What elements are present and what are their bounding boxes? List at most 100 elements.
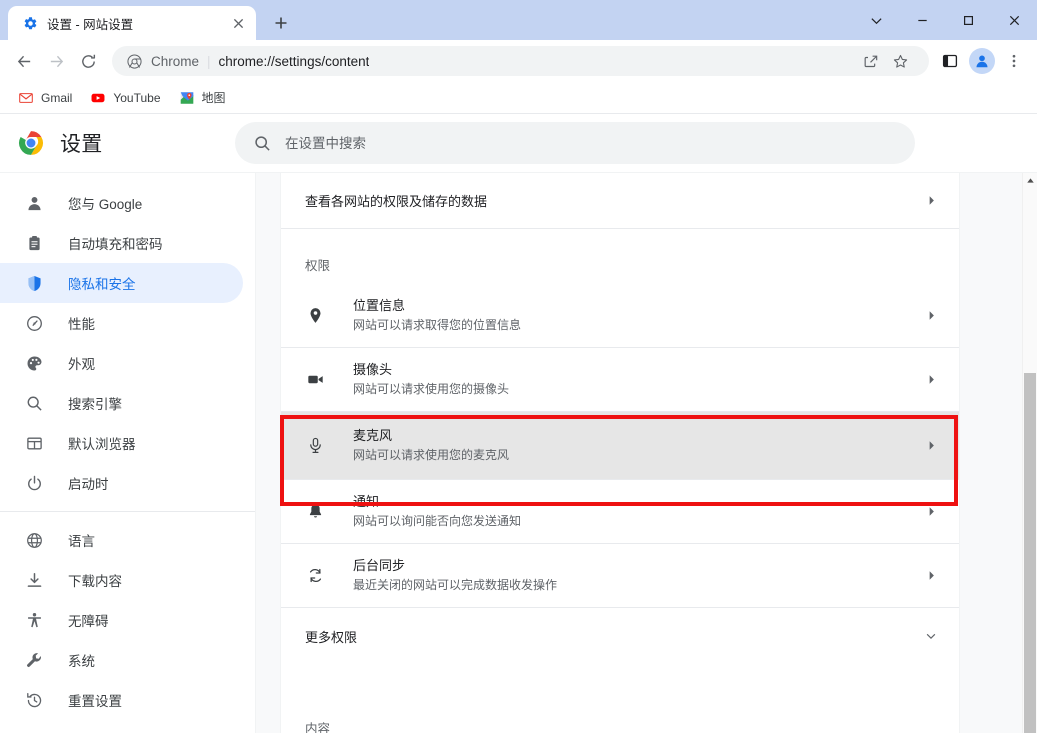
tab-title: 设置 - 网站设置: [47, 17, 134, 32]
sidebar-item-label: 您与 Google: [68, 197, 143, 212]
new-tab-button[interactable]: [266, 8, 296, 38]
settings-search-box[interactable]: [235, 122, 915, 164]
bookmark-label: 地图: [201, 91, 226, 105]
permission-text: 通知 网站可以询问能否向您发送通知: [353, 492, 923, 531]
sidebar-item-autofill-passwords[interactable]: 自动填充和密码: [0, 223, 243, 263]
back-button[interactable]: [8, 45, 40, 77]
permission-title: 后台同步: [353, 558, 406, 573]
permission-title: 麦克风: [353, 428, 393, 443]
sidebar-item-you-and-google[interactable]: 您与 Google: [0, 183, 243, 223]
globe-icon: [24, 530, 44, 550]
minimize-icon[interactable]: [899, 0, 945, 40]
side-panel-icon[interactable]: [935, 46, 965, 76]
browser-toolbar: Chrome | chrome://settings/content: [0, 40, 1037, 82]
close-window-icon[interactable]: [991, 0, 1037, 40]
sidebar-item-default-browser[interactable]: 默认浏览器: [0, 423, 243, 463]
settings-sidebar: 您与 Google 自动填充和密码 隐私和安全 性能 外观 搜索引擎 默认浏览器…: [0, 173, 256, 733]
permission-subtitle: 最近关闭的网站可以完成数据收发操作: [353, 578, 558, 592]
chrome-logo-icon: [18, 130, 44, 156]
chevron-right-icon: [923, 308, 939, 324]
permission-row-location[interactable]: 位置信息 网站可以请求取得您的位置信息: [281, 284, 959, 348]
youtube-icon: [90, 90, 106, 106]
bookmark-maps[interactable]: 地图: [171, 86, 234, 110]
share-icon[interactable]: [855, 46, 885, 76]
sync-icon: [305, 566, 325, 586]
bookmark-gmail[interactable]: Gmail: [10, 86, 80, 110]
location-pin-icon: [305, 306, 325, 326]
bookmark-label: Gmail: [41, 90, 73, 105]
forward-button[interactable]: [40, 45, 72, 77]
sidebar-item-reset-settings[interactable]: 重置设置: [0, 680, 243, 720]
chevron-down-icon[interactable]: [853, 0, 899, 40]
scrollbar-thumb[interactable]: [1024, 373, 1036, 733]
download-icon: [24, 570, 44, 590]
reload-button[interactable]: [72, 45, 104, 77]
accessibility-icon: [24, 610, 44, 630]
permission-text: 摄像头 网站可以请求使用您的摄像头: [353, 360, 923, 399]
chevron-right-icon: [923, 504, 939, 520]
bookmark-youtube[interactable]: YouTube: [82, 86, 168, 110]
row-site-permissions-and-data[interactable]: 查看各网站的权限及储存的数据: [281, 173, 959, 229]
chevron-right-icon: [923, 438, 939, 454]
vertical-scrollbar[interactable]: [1022, 173, 1037, 733]
sidebar-item-label: 系统: [68, 654, 95, 669]
star-icon[interactable]: [885, 46, 915, 76]
sidebar-item-languages[interactable]: 语言: [0, 520, 243, 560]
three-dot-menu-icon[interactable]: [999, 46, 1029, 76]
shield-icon: [24, 273, 44, 293]
sidebar-item-search-engine[interactable]: 搜索引擎: [0, 383, 243, 423]
window-controls: [853, 0, 1037, 40]
permission-title: 位置信息: [353, 298, 406, 313]
row-more-permissions[interactable]: 更多权限: [281, 608, 959, 664]
permission-title: 通知: [353, 494, 380, 509]
sidebar-item-appearance[interactable]: 外观: [0, 343, 243, 383]
omnibox-url: chrome://settings/content: [218, 53, 370, 69]
chrome-logo-icon: [126, 53, 142, 69]
sidebar-item-accessibility[interactable]: 无障碍: [0, 600, 243, 640]
permission-subtitle: 网站可以询问能否向您发送通知: [353, 514, 522, 528]
sidebar-item-label: 隐私和安全: [68, 277, 136, 292]
history-restore-icon: [24, 690, 44, 710]
sidebar-item-system[interactable]: 系统: [0, 640, 243, 680]
browser-tab-active[interactable]: 设置 - 网站设置: [8, 6, 256, 40]
sidebar-item-label: 语言: [68, 534, 95, 549]
microphone-icon: [305, 436, 325, 456]
browser-window-icon: [24, 433, 44, 453]
permission-row-camera[interactable]: 摄像头 网站可以请求使用您的摄像头: [281, 348, 959, 412]
sidebar-item-performance[interactable]: 性能: [0, 303, 243, 343]
palette-icon: [24, 353, 44, 373]
permissions-section-title: 权限: [305, 259, 331, 273]
clipboard-icon: [24, 233, 44, 253]
settings-body: 您与 Google 自动填充和密码 隐私和安全 性能 外观 搜索引擎 默认浏览器…: [0, 172, 1037, 733]
maximize-icon[interactable]: [945, 0, 991, 40]
sidebar-item-label: 自动填充和密码: [68, 237, 163, 252]
sidebar-item-on-startup[interactable]: 启动时: [0, 463, 243, 503]
bookmark-label: YouTube: [113, 90, 161, 105]
sidebar-item-label: 默认浏览器: [68, 437, 136, 452]
scroll-up-arrow-icon[interactable]: [1023, 173, 1037, 187]
permission-row-notifications[interactable]: 通知 网站可以询问能否向您发送通知: [281, 480, 959, 544]
sidebar-divider: [0, 511, 255, 512]
settings-gear-icon: [22, 15, 38, 31]
sidebar-item-label: 下载内容: [68, 574, 122, 589]
permission-subtitle: 网站可以请求取得您的位置信息: [353, 318, 522, 332]
sidebar-item-label: 性能: [68, 317, 95, 332]
content-card: 查看各网站的权限及储存的数据 权限 位置信息 网站可以请求取得您的位置信息 摄像…: [280, 173, 960, 733]
profile-avatar-icon[interactable]: [969, 48, 995, 74]
permission-row-background-sync[interactable]: 后台同步 最近关闭的网站可以完成数据收发操作: [281, 544, 959, 608]
permission-row-microphone[interactable]: 麦克风 网站可以请求使用您的麦克风: [281, 412, 959, 480]
sidebar-item-label: 重置设置: [68, 694, 122, 709]
address-bar[interactable]: Chrome | chrome://settings/content: [112, 46, 929, 76]
sidebar-item-label: 搜索引擎: [68, 397, 122, 412]
search-input[interactable]: [285, 135, 897, 151]
permission-subtitle: 网站可以请求使用您的摄像头: [353, 382, 510, 396]
settings-content-pane: 查看各网站的权限及储存的数据 权限 位置信息 网站可以请求取得您的位置信息 摄像…: [256, 173, 1037, 733]
sidebar-item-privacy-security[interactable]: 隐私和安全: [0, 263, 243, 303]
row-label: 查看各网站的权限及储存的数据: [305, 194, 488, 209]
person-icon: [24, 193, 44, 213]
close-tab-icon[interactable]: [228, 13, 248, 33]
sidebar-item-downloads[interactable]: 下载内容: [0, 560, 243, 600]
speedometer-icon: [24, 313, 44, 333]
gmail-icon: [18, 90, 34, 106]
settings-header: 设置: [0, 114, 1037, 172]
